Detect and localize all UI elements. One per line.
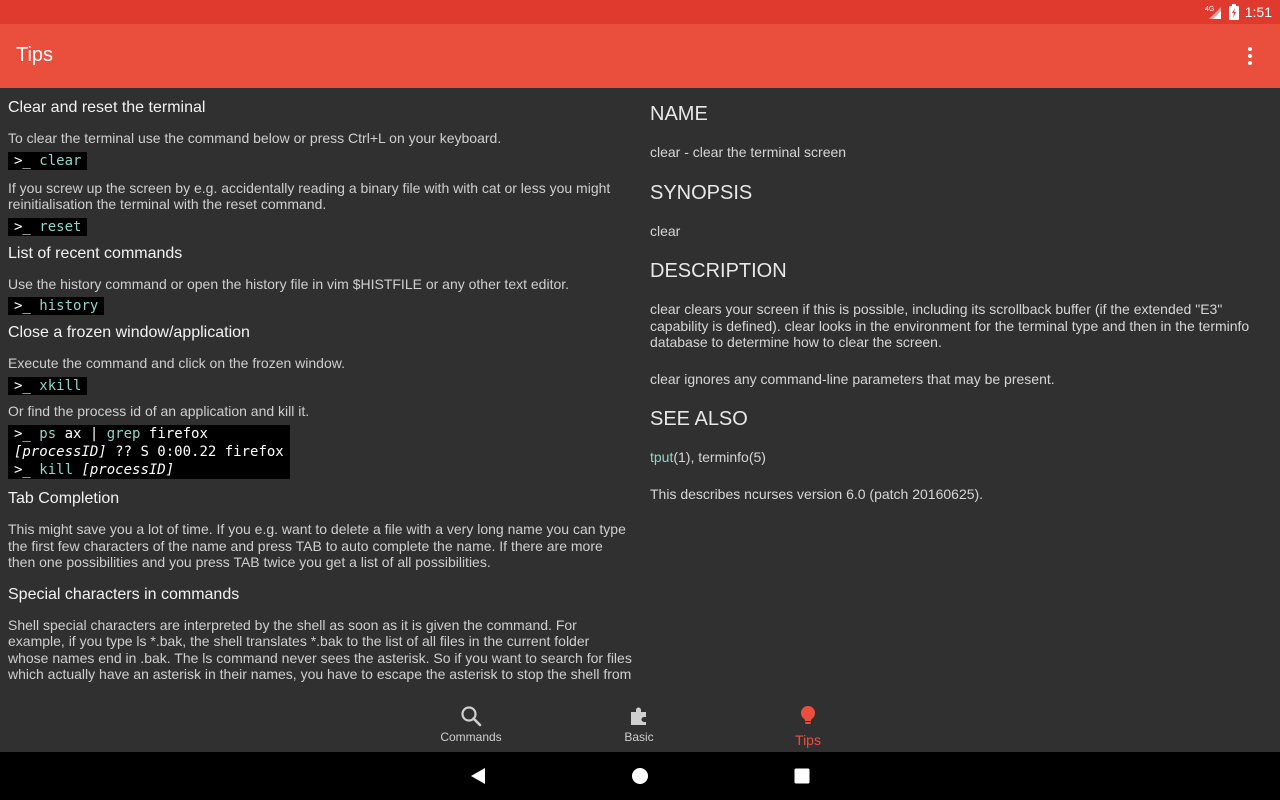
command-output: ?? S 0:00.22 firefox	[115, 444, 284, 460]
command-output-line: [processID] ?? S 0:00.22 firefox	[14, 443, 284, 461]
man-text: clear - clear the terminal screen	[650, 144, 847, 160]
tip-heading: List of recent commands	[8, 244, 183, 262]
command-line: >_ ps ax | grep firefox	[14, 425, 284, 443]
man-section-heading: SEE ALSO	[650, 408, 748, 430]
man-page[interactable]: NAME clear - clear the terminal screen S…	[650, 88, 1262, 695]
command-snippet[interactable]: >_ xkill	[8, 376, 88, 395]
command-snippet[interactable]: >_ reset	[8, 217, 88, 236]
nav-tips[interactable]: Tips	[724, 695, 892, 752]
tip-text: To clear the terminal use the command be…	[8, 130, 502, 146]
command-text: ps	[39, 426, 57, 442]
tips-list[interactable]: Clear and reset the terminal To clear th…	[8, 88, 632, 695]
overflow-menu-icon[interactable]	[1238, 44, 1262, 68]
signal-icon: 4G	[1205, 4, 1223, 20]
tip-heading: Clear and reset the terminal	[8, 99, 206, 116]
tip-text: If you screw up the screen by e.g. accid…	[8, 179, 611, 213]
tip-text: Use the history command or open the hist…	[8, 275, 570, 292]
man-text: This describes ncurses version 6.0 (patc…	[650, 485, 984, 502]
nav-label: Tips	[795, 732, 821, 748]
man-section-heading: NAME	[650, 103, 708, 125]
command-text: kill	[39, 462, 74, 478]
command-line: >_ kill [processID]	[14, 461, 284, 479]
command-text: clear	[39, 152, 82, 169]
command-snippet[interactable]: >_ clear	[8, 151, 88, 170]
tip-heading: Tab Completion	[8, 490, 120, 507]
app-bar: Tips	[0, 24, 1280, 88]
puzzle-icon	[631, 707, 646, 725]
prompt: >_	[14, 377, 31, 394]
page-title: Tips	[16, 44, 54, 66]
bottom-navigation: Commands Basic Tips	[0, 695, 1280, 752]
prompt: >_	[14, 298, 31, 314]
back-icon[interactable]	[468, 766, 488, 786]
command-args: firefox	[148, 426, 208, 442]
man-section-heading: DESCRIPTION	[650, 260, 787, 282]
command-text: xkill	[39, 377, 82, 394]
prompt: >_	[14, 426, 31, 442]
lightbulb-icon	[801, 706, 815, 724]
system-navigation-bar	[0, 752, 1280, 800]
prompt: >_	[14, 152, 31, 169]
recents-icon[interactable]	[792, 766, 812, 786]
nav-basic[interactable]: Basic	[555, 695, 723, 752]
tip-heading: Close a frozen window/application	[8, 324, 250, 341]
command-text: reset	[39, 218, 82, 235]
prompt: >_	[14, 218, 31, 235]
command-args: ax |	[64, 426, 99, 442]
search-icon	[461, 706, 482, 727]
prompt: >_	[14, 462, 31, 478]
command-text: history	[39, 298, 99, 314]
man-section-heading: SYNOPSIS	[650, 181, 753, 204]
see-also-text: tput(1), terminfo(5)	[650, 449, 1262, 466]
home-icon[interactable]	[630, 766, 650, 786]
tip-text: Or find the process id of an application…	[8, 402, 310, 419]
status-bar: 4G 1:51	[0, 0, 1280, 24]
nav-label: Basic	[624, 730, 654, 744]
status-icons: 4G 1:51	[1205, 0, 1272, 24]
tip-text: Execute the command and click on the fro…	[8, 355, 345, 371]
placeholder-text: [processID]	[14, 444, 107, 460]
command-text: grep	[106, 426, 141, 442]
svg-text:4G: 4G	[1205, 6, 1214, 13]
tip-heading: Special characters in commands	[8, 585, 240, 603]
tip-text: Shell special characters are interpreted…	[8, 616, 632, 683]
man-text: clear clears your screen if this is poss…	[650, 301, 1250, 350]
man-text: clear ignores any command-line parameter…	[650, 370, 1055, 387]
tput-link[interactable]: tput	[650, 449, 673, 465]
command-snippet[interactable]: >_ history	[8, 297, 105, 315]
clock: 1:51	[1244, 4, 1272, 20]
nav-commands[interactable]: Commands	[387, 695, 555, 752]
content-area: Clear and reset the terminal To clear th…	[0, 88, 1280, 695]
see-also-rest: (1), terminfo(5)	[673, 449, 766, 465]
placeholder-text: [processID]	[81, 462, 175, 478]
man-text: clear	[650, 222, 681, 239]
battery-icon	[1228, 4, 1239, 20]
command-block[interactable]: >_ ps ax | grep firefox [processID] ?? S…	[8, 425, 290, 479]
tip-text: This might save you a lot of time. If yo…	[8, 521, 626, 570]
nav-label: Commands	[440, 730, 502, 744]
